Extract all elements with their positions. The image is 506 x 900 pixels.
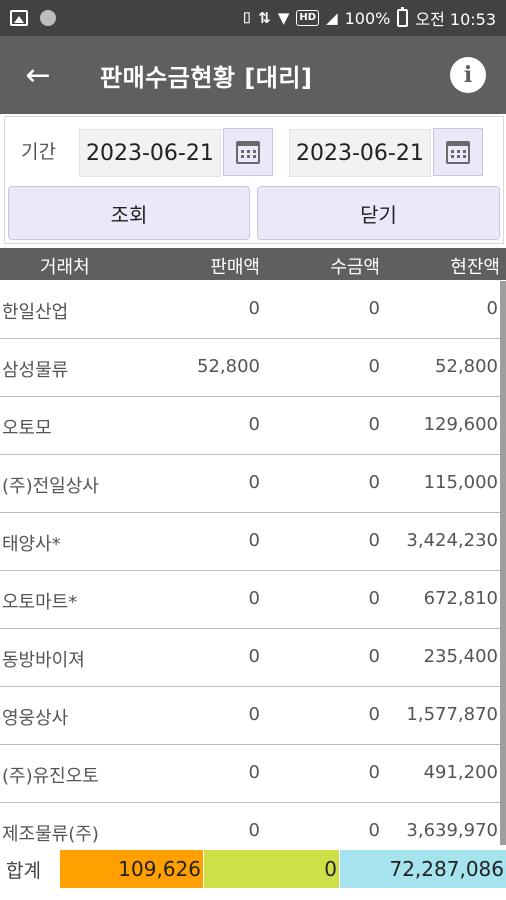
table-row[interactable]: (주)전일상사 0 0 115,000 (0, 455, 500, 513)
totals-row: 합계 109,626 0 72,287,086 (0, 846, 506, 888)
calendar-icon (236, 140, 260, 164)
sales-amount: 0 (248, 762, 260, 783)
sales-amount: 0 (248, 704, 260, 725)
sales-amount: 0 (248, 588, 260, 609)
collected-amount: 0 (368, 762, 380, 783)
table-header: 거래처 판매액 수금액 현잔액 (0, 248, 506, 280)
total-collected: 0 (204, 850, 339, 888)
scan-icon: ⌷ (242, 9, 252, 27)
totals-label: 합계 (6, 860, 41, 882)
total-sales: 109,626 (60, 850, 203, 888)
clock: 오전 10:53 (415, 10, 496, 29)
page-title: 판매수금현황 [대리] (100, 63, 313, 92)
sales-amount: 52,800 (197, 356, 260, 377)
status-bar: ⌷ ⇅ ▼ HD ◢ 100% 오전 10:53 (0, 0, 506, 36)
balance-amount: 235,400 (423, 646, 498, 667)
hd-voice-icon: HD (296, 10, 320, 26)
client-name: 제조물류(주) (2, 824, 99, 845)
collected-amount: 0 (368, 646, 380, 667)
battery-percent: 100% (344, 8, 391, 28)
client-name: 오토모 (2, 418, 52, 439)
arrow-left-icon: ← (25, 57, 51, 93)
collected-amount: 0 (368, 472, 380, 493)
collected-amount: 0 (368, 414, 380, 435)
balance-amount: 115,000 (423, 472, 498, 493)
close-button[interactable]: 닫기 (257, 186, 500, 240)
collected-amount: 0 (368, 820, 380, 841)
header-collected: 수금액 (330, 257, 380, 278)
collected-amount: 0 (368, 530, 380, 551)
balance-amount: 3,424,230 (406, 530, 498, 551)
app-bar: ← 판매수금현황 [대리] i (0, 36, 506, 114)
data-arrows-icon: ⇅ (258, 9, 271, 27)
collected-amount: 0 (368, 356, 380, 377)
client-name: (주)유진오토 (2, 766, 99, 787)
action-buttons: 조회 닫기 (8, 186, 500, 240)
table-row[interactable]: (주)유진오토 0 0 491,200 (0, 745, 500, 803)
client-name: 영웅상사 (2, 708, 69, 729)
balance-amount: 3,639,970 (406, 820, 498, 841)
table-row[interactable]: 제조물류(주) 0 0 3,639,970 (0, 803, 500, 845)
balance-amount: 0 (486, 298, 498, 319)
table-row[interactable]: 오토마트* 0 0 672,810 (0, 571, 500, 629)
table-row[interactable]: 영웅상사 0 0 1,577,870 (0, 687, 500, 745)
period-label: 기간 (21, 141, 56, 163)
end-date-calendar-button[interactable] (433, 128, 483, 176)
sales-amount: 0 (248, 298, 260, 319)
table-row[interactable]: 삼성물류 52,800 0 52,800 (0, 339, 500, 397)
balance-amount: 672,810 (423, 588, 498, 609)
search-button[interactable]: 조회 (8, 186, 250, 240)
table-row[interactable]: 동방바이져 0 0 235,400 (0, 629, 500, 687)
start-date-field[interactable]: 2023-06-21 (79, 129, 221, 177)
client-name: 오토마트* (2, 592, 78, 613)
balance-amount: 491,200 (423, 762, 498, 783)
calendar-icon (446, 140, 470, 164)
header-client: 거래처 (40, 257, 90, 278)
client-name: 삼성물류 (2, 360, 69, 381)
sales-amount: 0 (248, 472, 260, 493)
balance-amount: 52,800 (435, 356, 498, 377)
client-name: (주)전일상사 (2, 476, 99, 497)
end-date-field[interactable]: 2023-06-21 (289, 129, 431, 177)
client-name: 한일산업 (2, 302, 69, 323)
bottom-edge (0, 892, 506, 900)
table-row[interactable]: 오토모 0 0 129,600 (0, 397, 500, 455)
balance-amount: 129,600 (423, 414, 498, 435)
header-balance: 현잔액 (450, 257, 500, 278)
signal-icon: ◢ (326, 9, 338, 27)
collected-amount: 0 (368, 704, 380, 725)
sales-amount: 0 (248, 646, 260, 667)
wifi-icon: ▼ (277, 9, 290, 27)
sales-amount: 0 (248, 414, 260, 435)
total-balance: 72,287,086 (340, 850, 506, 888)
sales-amount: 0 (248, 820, 260, 841)
collected-amount: 0 (368, 588, 380, 609)
sales-amount: 0 (248, 530, 260, 551)
collected-amount: 0 (368, 298, 380, 319)
table-scrollbar[interactable] (500, 281, 506, 845)
table-row[interactable]: 한일산업 0 0 0 (0, 281, 500, 339)
date-range-row: 기간 2023-06-21 2023-06-21 (5, 125, 503, 177)
image-notification-icon (10, 10, 28, 26)
info-icon: i (463, 62, 473, 88)
table-body[interactable]: 한일산업 0 0 0 삼성물류 52,800 0 52,800 오토모 0 0 129,600 (… (0, 281, 500, 845)
battery-icon (397, 7, 409, 27)
client-name: 동방바이져 (2, 650, 85, 671)
client-name: 태양사* (2, 534, 61, 555)
start-date-calendar-button[interactable] (223, 128, 273, 176)
notification-dot-icon (40, 10, 56, 26)
back-button[interactable]: ← (0, 36, 60, 114)
info-button[interactable]: i (450, 57, 486, 93)
header-sales: 판매액 (210, 257, 260, 278)
table-row[interactable]: 태양사* 0 0 3,424,230 (0, 513, 500, 571)
filter-panel: 기간 2023-06-21 2023-06-21 조회 닫기 (4, 116, 504, 244)
balance-amount: 1,577,870 (406, 704, 498, 725)
